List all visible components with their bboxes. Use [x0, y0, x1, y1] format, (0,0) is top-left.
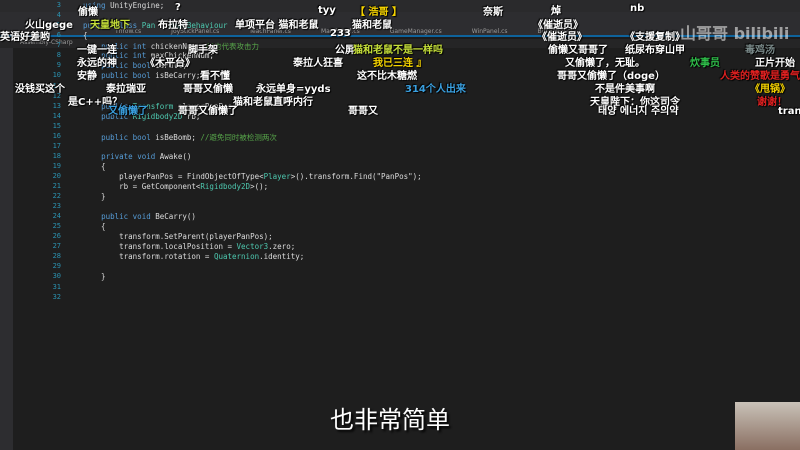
line-number: 10 [52, 71, 61, 80]
line-number: 23 [52, 202, 61, 211]
subtitle: 也非常简单 [330, 406, 450, 434]
line-number: 13 [52, 101, 61, 110]
line-number: 22 [52, 192, 61, 201]
danmaku-comment: 314个人出来 [405, 84, 466, 95]
danmaku-comment: 天皇地下 [90, 20, 130, 31]
line-number: 16 [52, 131, 61, 140]
code-line: public void BeCarry() [101, 212, 196, 222]
line-number: 14 [52, 111, 61, 120]
danmaku-comment: ? [175, 2, 181, 13]
danmaku-comment: 单项平台 猫和老鼠 [235, 20, 319, 31]
danmaku-comment: 炊事员 [690, 58, 720, 69]
code-line: rb = GetComponent<Rigidbody2D>(); [83, 182, 269, 191]
line-number: 18 [52, 151, 61, 160]
line-number: 15 [52, 121, 61, 130]
danmaku-comment: 安静 [77, 71, 97, 82]
line-number: 20 [52, 171, 61, 180]
code-line: { [83, 161, 106, 171]
line-number: 17 [52, 141, 61, 150]
line-number: 19 [52, 161, 61, 170]
line-number: 28 [52, 252, 61, 261]
line-number: 30 [52, 272, 61, 281]
line-number: 25 [52, 222, 61, 231]
line-number: 9 [56, 61, 61, 70]
code-line: { [83, 222, 106, 232]
danmaku-comment: 英语好差哟 [0, 32, 50, 43]
danmaku-comment: 《木平台》 [145, 58, 195, 69]
danmaku-comment: 奈斯 [483, 7, 503, 18]
line-number: 32 [52, 292, 61, 301]
code-line: private void Awake() [101, 151, 192, 161]
line-number: 8 [56, 51, 61, 60]
code-line: public bool isBeBomb; //避免同时被检测两次 [101, 132, 277, 142]
code-line: { [83, 31, 88, 41]
line-number: 24 [52, 212, 61, 221]
danmaku-comment: 233 [330, 28, 351, 39]
webcam-overlay [735, 402, 800, 450]
line-number: 3 [56, 1, 61, 10]
danmaku-comment: 焯 [551, 6, 561, 17]
danmaku-comment: 哥哥又 [348, 106, 378, 117]
line-number: 31 [52, 282, 61, 291]
line-number: 26 [52, 232, 61, 241]
tab-item[interactable]: WinPanel.cs [472, 28, 508, 35]
side-panel [0, 48, 13, 450]
danmaku-comment: tyy [318, 5, 336, 16]
danmaku-comment: 泰拉人狂喜 [293, 58, 343, 69]
line-number: 29 [52, 262, 61, 271]
danmaku-comment: 布拉特 [158, 20, 188, 31]
code-line: transform.localPosition = Vector3.zero; [83, 242, 296, 252]
code-line: } [83, 192, 106, 202]
danmaku-comment: 没钱买这个 [15, 84, 65, 95]
danmaku-comment: 哥哥又偷懒 [183, 84, 233, 95]
line-number: 21 [52, 182, 61, 190]
danmaku-comment: tran [778, 106, 800, 117]
danmaku-comment: 又偷懒了 [108, 106, 148, 117]
line-number: 27 [52, 242, 61, 251]
danmaku-comment: 哥哥又偷懒了 [178, 106, 238, 117]
danmaku-comment: 猫和老鼠 [352, 20, 392, 31]
bilibili-watermark: 山哥哥 bilibili [680, 24, 790, 43]
code-line: playerPanPos = FindObjectOfType<Player>(… [83, 171, 422, 181]
code-line: transform.rotation = Quaternion.identity… [83, 252, 305, 262]
danmaku-comment: 태양 에너지 주의약 [598, 106, 679, 117]
code-line: transform.SetParent(playerPanPos); [83, 232, 273, 242]
danmaku-comment: 猫和老鼠直呼内行 [233, 97, 313, 108]
danmaku-comment: nb [630, 3, 645, 14]
tab-item[interactable]: GameManager.cs [390, 28, 442, 35]
code-line: } [83, 272, 106, 282]
